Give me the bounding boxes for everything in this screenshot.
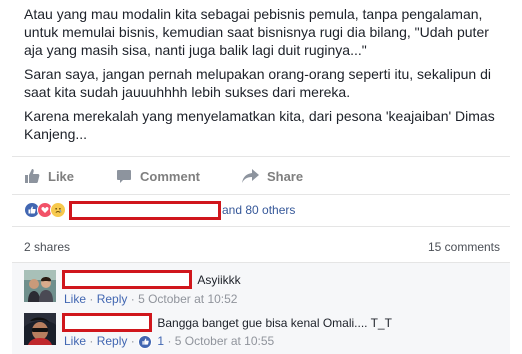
comment-like-link[interactable]: Like	[64, 334, 86, 348]
comment-reply-link[interactable]: Reply	[97, 292, 128, 306]
separator: ·	[167, 334, 172, 348]
comment-body: Asyiikkk	[62, 270, 241, 289]
shares-count[interactable]: 2 shares	[24, 240, 70, 254]
engagement-stats: 2 shares 15 comments	[24, 240, 500, 254]
divider	[12, 226, 510, 227]
avatar[interactable]	[24, 313, 56, 345]
redacted-name	[69, 200, 221, 220]
comments-count[interactable]: 15 comments	[428, 240, 500, 254]
thumbs-up-icon	[25, 169, 40, 183]
comment-timestamp[interactable]: 5 October at 10:55	[175, 334, 274, 348]
redacted-name	[62, 313, 152, 332]
reactions-others-link[interactable]: and 80 others	[222, 203, 295, 217]
share-label: Share	[266, 168, 304, 184]
comment-like-link[interactable]: Like	[64, 292, 86, 306]
sad-icon	[50, 202, 66, 218]
comment-button[interactable]: Comment	[116, 166, 200, 186]
redacted-name	[62, 270, 192, 289]
comment-meta: Like · Reply · 5 October at 10:52	[64, 292, 237, 306]
separator: ·	[89, 334, 94, 348]
like-button[interactable]: Like	[24, 166, 74, 186]
post-actions: Like Comment Share	[24, 166, 345, 186]
avatar[interactable]	[24, 270, 56, 302]
comment-timestamp[interactable]: 5 October at 10:52	[138, 292, 237, 306]
reactions-summary[interactable]: and 80 others	[24, 200, 295, 220]
post-paragraph: Atau yang mau modalin kita sebagai pebis…	[24, 6, 489, 58]
post-paragraph: Saran saya, jangan pernah melupakan oran…	[24, 66, 491, 100]
share-button[interactable]: Share	[241, 166, 304, 186]
divider	[12, 156, 510, 157]
comment-meta: Like · Reply · 1 · 5 October at 10:55	[64, 334, 274, 349]
like-label: Like	[48, 168, 75, 184]
comment-icon	[117, 170, 132, 183]
comment-like-icon	[138, 334, 153, 349]
separator: ·	[130, 292, 135, 306]
comment-label: Comment	[140, 168, 200, 184]
post-text: Atau yang mau modalin kita sebagai pebis…	[24, 5, 504, 149]
separator: ·	[130, 334, 135, 348]
comment-text: Bangga banget gue bisa kenal Omali.... T…	[157, 315, 392, 330]
comment-likes-count[interactable]: 1	[157, 334, 164, 348]
separator: ·	[89, 292, 94, 306]
comment-body: Bangga banget gue bisa kenal Omali.... T…	[62, 313, 392, 332]
divider	[12, 194, 510, 195]
divider	[12, 262, 510, 263]
post-paragraph: Karena merekalah yang menyelamatkan kita…	[24, 108, 495, 142]
share-arrow-icon	[241, 169, 259, 183]
comment-text: Asyiikkk	[197, 272, 241, 287]
comment-reply-link[interactable]: Reply	[97, 334, 128, 348]
